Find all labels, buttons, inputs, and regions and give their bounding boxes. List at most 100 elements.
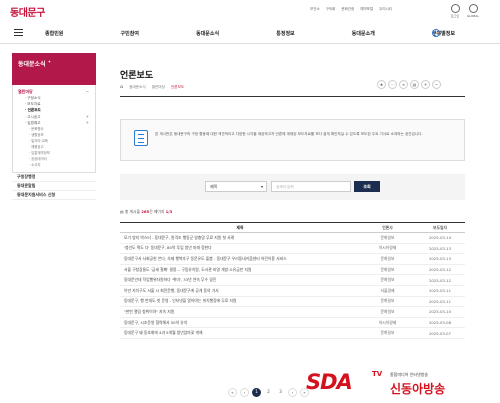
search-field-select[interactable]: 제목 ▾	[205, 181, 267, 192]
utility-links: 보건소 구의회 문화관광 예약포털 우리시티	[310, 7, 392, 12]
row-title[interactable]: 동대문구서 사회공헌 쓴다, 숙제 행복추구 동문유도 돌봄 - 동대문구 우리…	[120, 256, 360, 262]
row-press: 문화일보	[380, 277, 395, 283]
sidebar-item-label: 입법예고	[27, 120, 41, 125]
row-press: 문화일보	[380, 330, 395, 336]
sidebar-item[interactable]: 열린마당 −	[13, 88, 95, 95]
minus-icon[interactable]: −	[86, 88, 89, 95]
favorite-icon[interactable]: ★	[377, 80, 386, 89]
global-label: GLOBAL	[466, 14, 480, 18]
hamburger-icon[interactable]	[14, 29, 23, 38]
document-icon	[134, 130, 148, 146]
page-indicator: 1/3	[165, 209, 173, 214]
table-row[interactable]: 서울 구청장들도 '금세 철폐' 결정… 구립유치원, 도서관 비영 개방·소유…	[120, 265, 465, 276]
select-value: 제목	[210, 184, 218, 189]
search-bar: 제목 ▾ 검색어 입력 조회	[120, 174, 465, 200]
column-title: 제목	[236, 224, 244, 230]
util-link[interactable]: 보건소	[310, 7, 320, 12]
page-number[interactable]: 3	[276, 388, 285, 397]
page-number[interactable]: 2	[264, 388, 273, 397]
row-title[interactable]: "한번 열림 청취이야" 지속 지원	[120, 309, 360, 315]
nav-item[interactable]: 구민참여	[121, 30, 139, 37]
table-row[interactable]: 동대문구, 행 반대도 첫 운영 - 인터넷을 알아야는 위치행정에 무료 지원…	[120, 297, 465, 308]
table-row[interactable]: 동대문구, 시조운영 협력해서 50억 유치 아시아경제 2025-03-08	[120, 318, 465, 329]
global-button[interactable]: GLOBAL	[465, 4, 481, 18]
util-link[interactable]: 우리시티	[379, 7, 392, 12]
table-row[interactable]: 동대문구서 사회공헌 쓴다, 숙제 행복추구 동문유도 돌봄 - 동대문구 우리…	[120, 254, 465, 265]
watermark: SDA TV 종합미디어 인터넷방송 신동아방송	[300, 368, 500, 403]
home-icon[interactable]: ⌂	[120, 84, 123, 90]
star-icon: ✦	[47, 59, 52, 64]
row-title[interactable]: 동대문구 돼 동호회에 4과 5개월 청년엄마꽃 개체	[120, 330, 360, 336]
breadcrumb-item[interactable]: 열린마당	[152, 85, 165, 90]
table-row[interactable]: "한번 열림 청취이야" 지속 지원 문화일보 2025-03-10	[120, 307, 465, 318]
row-title[interactable]: 서울 구청장들도 '금세 철폐' 결정… 구립유치원, 도서관 비영 개방·소유…	[120, 267, 360, 273]
pagination: «‹ 1 2 3 ›»	[228, 388, 309, 397]
sidebar-item-label: 공공데이터	[31, 157, 47, 162]
search-icon[interactable]	[432, 29, 440, 37]
search-input[interactable]: 검색어 입력	[271, 181, 351, 192]
util-link[interactable]: 문화관광	[341, 7, 354, 12]
sidebar-extra-item[interactable]: 구청장행정	[12, 173, 96, 183]
row-date: 2025-03-12	[428, 277, 452, 283]
row-date: 2025-03-08	[428, 320, 452, 326]
count-unit: 건	[149, 209, 153, 214]
row-title[interactable]: 이만 자치구도 서울 시 회전운행, 동대문구에 공개 동의 가사	[120, 288, 360, 294]
watermark-name: 신동아방송	[390, 382, 446, 396]
nav-item[interactable]: 통정정보	[276, 30, 294, 37]
share-icon[interactable]: ⋯	[388, 80, 397, 89]
sidebar-item[interactable]: · 소식지	[13, 162, 95, 168]
row-press: 아시아경제	[378, 245, 397, 251]
sidebar-item-label: 소식지	[31, 163, 41, 168]
row-title[interactable]: '청년도 떡도 다' 동대문구, 80억 투입 청년 미래 정한다	[120, 245, 360, 251]
user-icon	[450, 4, 460, 13]
nav-item[interactable]: 동대문소개	[352, 30, 375, 37]
login-button[interactable]: 로그인	[447, 4, 463, 18]
info-text: 본 게시판은 동대문구의 구정 활동에 대한 객관적이고 다양한 시각을 제공하…	[155, 132, 423, 136]
page-tools: ★ ⋯ ∞ ▤ + −	[377, 80, 441, 89]
row-press: 문화일보	[380, 298, 395, 304]
page-number[interactable]: 1	[252, 388, 261, 397]
expand-icon[interactable]: +	[421, 80, 430, 89]
row-title[interactable]: 동대문구, 행 반대도 첫 운영 - 인터넷을 알아야는 위치행정에 무료 지원	[120, 298, 360, 304]
util-link[interactable]: 예약포털	[360, 7, 373, 12]
table-body: 모기 방지 박스터 - 동대문구, 원격조 행동군 방충망 무료 지원 첫 사례…	[120, 233, 465, 339]
sidebar-item-label: 구정소식	[27, 96, 41, 100]
print-icon[interactable]: ▤	[410, 80, 419, 89]
breadcrumb: ⌂ 동대문소식 열린마당 언론보도	[120, 84, 184, 90]
login-label: 로그인	[450, 14, 460, 18]
sidebar-title-text: 동대문소식	[18, 61, 46, 68]
page-title: 언론보도	[120, 71, 154, 81]
row-press: 문화일보	[380, 255, 395, 261]
util-link[interactable]: 구의회	[326, 7, 336, 12]
page-nav-icon[interactable]: ›	[288, 388, 297, 397]
nav-item[interactable]: 동대문소식	[196, 30, 219, 37]
search-button[interactable]: 조회	[354, 181, 380, 192]
page-nav-icon[interactable]: ‹	[240, 388, 249, 397]
sidebar-item-label: 문화행사	[31, 127, 44, 132]
shrink-icon[interactable]: −	[432, 80, 441, 89]
site-logo[interactable]: 동대문구	[10, 4, 45, 19]
row-date: 2025-03-11	[428, 288, 452, 294]
row-title[interactable]: 동대문인데 작업행위자원하다 '취미', 33년 연속 무수 경진	[120, 277, 360, 283]
row-date: 2025-03-14	[428, 235, 452, 241]
table-row[interactable]: 모기 방지 박스터 - 동대문구, 원격조 행동군 방충망 무료 지원 첫 사례…	[120, 233, 465, 244]
main-nav: 종합민원 구민참여 동대문소식 통정정보 동대문소개 분야별정보	[0, 24, 500, 44]
table-row[interactable]: 이만 자치구도 서울 시 회전운행, 동대문구에 공개 동의 가사 서울경제 202…	[120, 286, 465, 297]
breadcrumb-item[interactable]: 동대문소식	[129, 85, 146, 90]
sidebar-item-label: 채용공고	[31, 145, 44, 150]
sidebar-extra-item[interactable]: 동대문알림	[12, 182, 96, 192]
table-row[interactable]: 동대문인데 작업행위자원하다 '취미', 33년 연속 무수 경진 문화일보 202…	[120, 275, 465, 286]
row-title[interactable]: 모기 방지 박스터 - 동대문구, 원격조 행동군 방충망 무료 지원 첫 사례	[120, 235, 360, 241]
row-date: 2025-03-13	[428, 256, 452, 262]
table-row[interactable]: 동대문구 돼 동호회에 4과 5개월 청년엄마꽃 개체 문화일보 2025-03-0…	[120, 328, 465, 339]
page-nav-icon[interactable]: «	[228, 388, 237, 397]
table-row[interactable]: '청년도 떡도 다' 동대문구, 80억 투입 청년 미래 정한다 아시아경제 20…	[120, 244, 465, 255]
sidebar-item-label: 언론보도	[27, 108, 41, 113]
sidebar-extra-item[interactable]: 동대문지원서비스 신청	[12, 191, 96, 201]
nav-item[interactable]: 종합민원	[45, 30, 63, 37]
row-title[interactable]: 동대문구, 시조운영 협력해서 50억 유치	[120, 320, 360, 326]
link-icon[interactable]: ∞	[399, 80, 408, 89]
row-press: 아시아경제	[378, 319, 397, 325]
result-count: ▤ 총 게시물 265건 페이지 1/3	[120, 209, 172, 215]
sidebar: 동대문소식 ✦ 열린마당 − · 구정소식 · 보도자료 · 언론보도 · 고시공고 + · …	[12, 53, 96, 201]
